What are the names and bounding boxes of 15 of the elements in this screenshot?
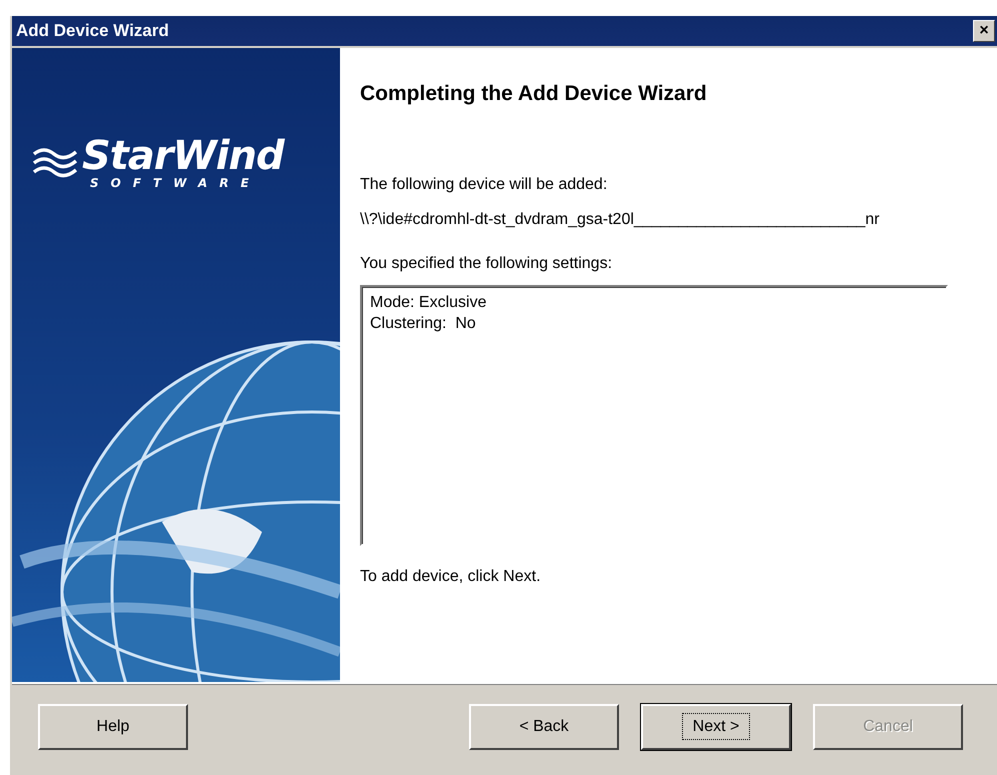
wizard-button[interactable]: Next > <box>641 704 791 750</box>
logo-subtitle: SOFTWARE <box>90 176 262 190</box>
setting-line: Clustering: No <box>370 314 477 334</box>
instruction-text: To add device, click Next. <box>360 568 542 586</box>
device-path: \\?\ide#cdromhl-dt-st_dvdram_gsa-t20l__________________________nr <box>360 211 880 229</box>
waves-icon <box>32 146 78 180</box>
wizard-button[interactable]: < Back <box>469 704 619 750</box>
wizard-heading: Completing the Add Device Wizard <box>360 82 708 106</box>
window-title: Add Device Wizard <box>16 21 169 41</box>
device-label: The following device will be added: <box>360 176 608 194</box>
close-button[interactable]: × <box>973 20 995 42</box>
setting-line: Mode: Exclusive <box>370 293 488 313</box>
help-button[interactable]: Help <box>38 704 188 750</box>
settings-label: You specified the following settings: <box>360 255 614 273</box>
logo-name: StarWind <box>82 136 284 176</box>
